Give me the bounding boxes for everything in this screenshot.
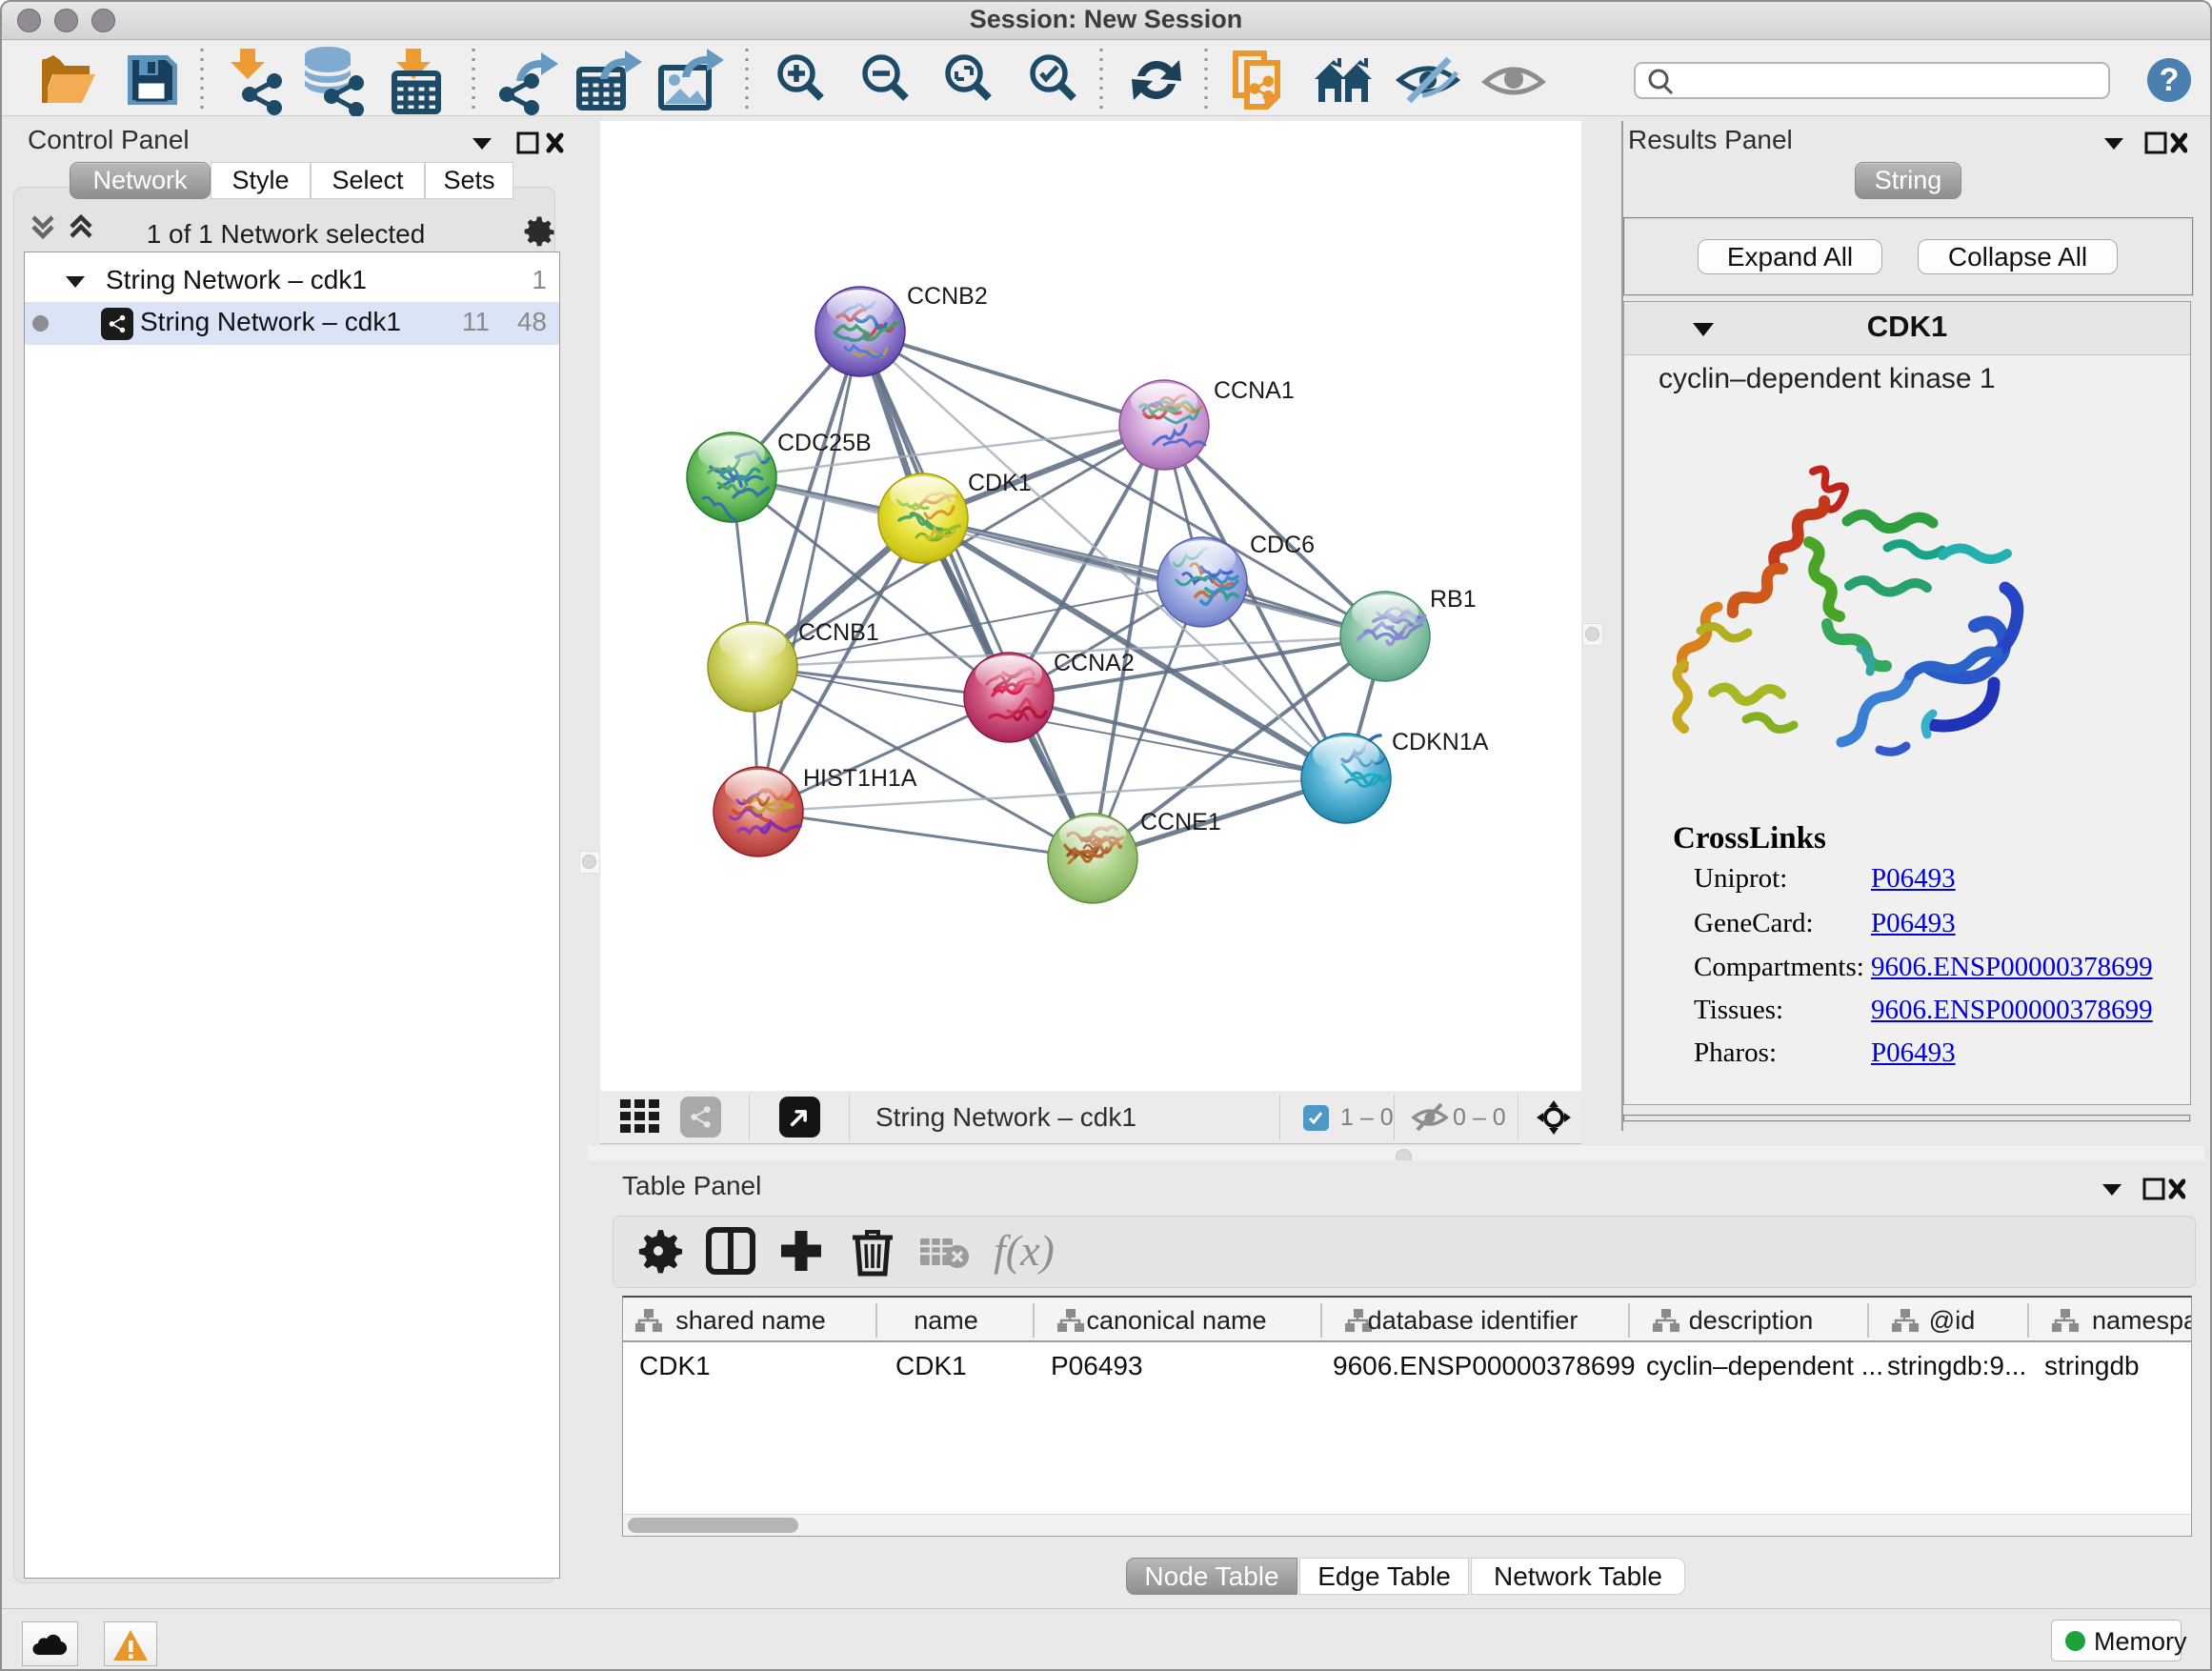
- svg-text:database identifier: database identifier: [1368, 1306, 1579, 1335]
- svg-text:shared name: shared name: [675, 1306, 826, 1335]
- svg-text:description: description: [1689, 1306, 1814, 1335]
- svg-text:f(x): f(x): [994, 1226, 1055, 1275]
- svg-text:CCNB2: CCNB2: [907, 283, 988, 310]
- svg-text:CCNB1: CCNB1: [798, 619, 879, 646]
- svg-text:@id: @id: [1929, 1306, 1975, 1335]
- svg-text:name: name: [914, 1306, 978, 1335]
- svg-text:CCNA1: CCNA1: [1214, 377, 1295, 404]
- svg-text:HIST1H1A: HIST1H1A: [803, 765, 917, 792]
- svg-text:CCNE1: CCNE1: [1140, 809, 1221, 836]
- svg-text:namespace: namespace: [2092, 1306, 2191, 1335]
- svg-text:CDK1: CDK1: [968, 470, 1032, 496]
- svg-text:CDKN1A: CDKN1A: [1392, 729, 1489, 755]
- svg-text:CCNA2: CCNA2: [1054, 650, 1135, 676]
- svg-text:CDC25B: CDC25B: [777, 430, 872, 456]
- svg-text:canonical name: canonical name: [1086, 1306, 1266, 1335]
- svg-text:RB1: RB1: [1430, 586, 1477, 613]
- svg-text:CDC6: CDC6: [1250, 532, 1315, 558]
